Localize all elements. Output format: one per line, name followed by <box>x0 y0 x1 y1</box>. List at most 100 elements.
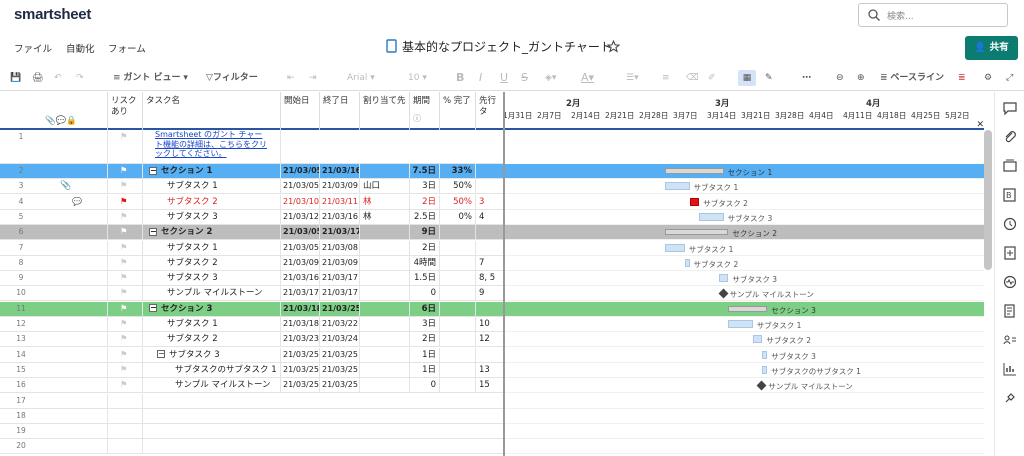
search-input[interactable]: 検索... <box>858 3 1008 27</box>
start-date-cell[interactable]: 21/03/12 <box>281 209 320 225</box>
activity-log-icon[interactable] <box>1002 216 1018 232</box>
task-name-cell[interactable]: サブタスク 1 <box>143 179 281 195</box>
flag-icon[interactable]: ⚑ <box>120 256 128 270</box>
predecessors-cell[interactable] <box>476 348 503 363</box>
share-button[interactable]: 👤 共有 <box>965 36 1018 60</box>
duration-cell[interactable]: 1日 <box>410 362 440 378</box>
pct-complete-cell[interactable] <box>440 332 476 348</box>
start-date-cell[interactable]: 21/03/25 <box>281 362 320 378</box>
assigned-cell[interactable]: 山口 <box>360 179 410 195</box>
filter-button[interactable]: ▽フィルター <box>206 70 258 86</box>
assigned-cell[interactable] <box>360 286 410 302</box>
table-row-7[interactable]: 7 ⚑ サブタスク 1 21/03/05 21/03/08 2日 <box>0 240 503 256</box>
grid-view-icon[interactable]: ▦ <box>738 70 756 86</box>
undo-icon[interactable]: ↶ <box>54 70 62 86</box>
settings-icon[interactable]: ⚙ <box>984 70 992 86</box>
task-bar[interactable] <box>728 320 753 328</box>
duration-cell[interactable]: 0 <box>410 286 440 302</box>
start-date-cell[interactable]: 21/03/09 <box>281 255 320 271</box>
assigned-cell[interactable] <box>360 347 410 363</box>
table-row-18[interactable]: 18 <box>0 408 503 424</box>
task-bar[interactable] <box>684 258 690 267</box>
flag-icon[interactable]: ⚑ <box>120 302 128 316</box>
duration-cell[interactable]: 0 <box>410 378 440 394</box>
end-date-cell[interactable]: 21/03/25 <box>320 362 360 378</box>
col-pct-complete[interactable]: % 完了 <box>440 92 476 130</box>
end-date-cell[interactable]: 21/03/25 <box>320 378 360 394</box>
end-date-cell[interactable]: 21/03/22 <box>320 317 360 332</box>
task-name-cell[interactable]: − セクション 2 <box>143 225 281 241</box>
table-row-15[interactable]: 15 ⚑ サブタスクのサブタスク 1 21/03/25 21/03/25 1日 13 <box>0 362 503 378</box>
task-name-cell[interactable]: サブタスク 3 <box>143 209 281 225</box>
end-date-cell[interactable]: 21/03/11 <box>320 194 360 210</box>
col-task-name[interactable]: タスク名 <box>143 92 281 130</box>
attachments-icon[interactable] <box>1002 129 1018 145</box>
pct-complete-cell[interactable] <box>440 286 476 302</box>
table-row-14[interactable]: 14 ⚑ − サブタスク 3 21/03/25 21/03/25 1日 <box>0 347 503 363</box>
assigned-cell[interactable] <box>360 362 410 378</box>
close-icon[interactable]: ✕ <box>976 120 984 130</box>
zoom-in-icon[interactable]: ⊕ <box>857 70 865 86</box>
assigned-cell[interactable] <box>360 378 410 394</box>
critical-path-icon[interactable]: ≣ <box>958 70 966 86</box>
pct-complete-cell[interactable] <box>440 225 476 241</box>
flag-icon[interactable]: ⚑ <box>120 332 128 346</box>
indent-icon[interactable]: ⇥ <box>309 70 317 86</box>
align-icon[interactable]: ☰▾ <box>626 70 639 86</box>
task-name-cell[interactable]: サブタスクのサブタスク 1 <box>143 362 281 378</box>
pct-complete-cell[interactable] <box>440 255 476 271</box>
end-date-cell[interactable]: 21/03/09 <box>320 179 360 195</box>
collapse-icon[interactable]: − <box>157 350 165 359</box>
duration-cell[interactable]: 2日 <box>410 240 440 256</box>
assigned-cell[interactable] <box>360 240 410 256</box>
task-name-cell[interactable]: サブタスク 3 <box>143 271 281 287</box>
underline-icon[interactable]: U <box>500 70 508 86</box>
proofs-icon[interactable] <box>1002 158 1018 174</box>
publish-icon[interactable] <box>1002 245 1018 261</box>
task-bar[interactable] <box>762 350 768 359</box>
assigned-cell[interactable] <box>360 164 410 179</box>
flag-icon[interactable]: ⚑ <box>120 241 128 255</box>
predecessors-cell[interactable] <box>476 164 503 179</box>
favorite-star-icon[interactable] <box>607 40 620 53</box>
zoom-out-icon[interactable]: ⊖ <box>836 70 844 86</box>
start-date-cell[interactable]: 21/03/17 <box>281 286 320 302</box>
start-date-cell[interactable]: 21/03/05 <box>281 164 320 179</box>
menu-forms[interactable]: フォーム <box>108 41 146 55</box>
flag-icon[interactable]: ⚑ <box>120 179 128 193</box>
task-name-cell[interactable]: サンプル マイルストーン <box>143 286 281 302</box>
task-name-cell[interactable]: − セクション 3 <box>143 301 281 317</box>
predecessors-cell[interactable]: 12 <box>476 332 503 347</box>
document-title[interactable]: 基本的なプロジェクト_ガントチャート <box>402 38 612 55</box>
task-bar[interactable] <box>665 243 685 252</box>
activity-icon[interactable] <box>1002 274 1018 290</box>
highlight-icon[interactable]: ✎ <box>765 70 773 86</box>
start-date-cell[interactable]: 21/03/05 <box>281 179 320 195</box>
start-date-cell[interactable]: 21/03/10 <box>281 194 320 210</box>
predecessors-cell[interactable] <box>476 302 503 317</box>
flag-icon[interactable]: ⚑ <box>120 164 128 178</box>
flag-icon[interactable]: ⚑ <box>120 195 128 209</box>
table-row-19[interactable]: 19 <box>0 424 503 440</box>
contacts-icon[interactable] <box>1002 332 1018 348</box>
task-name-cell[interactable]: サブタスク 2 <box>143 255 281 271</box>
assigned-cell[interactable] <box>360 271 410 287</box>
menu-file[interactable]: ファイル <box>14 41 52 55</box>
start-date-cell[interactable]: 21/03/16 <box>281 271 320 287</box>
col-predecessors[interactable]: 先行タ <box>476 92 503 130</box>
start-date-cell[interactable]: 21/03/18 <box>281 317 320 332</box>
table-row-12[interactable]: 12 ⚑ サブタスク 1 21/03/18 21/03/22 3日 10 <box>0 317 503 332</box>
pct-complete-cell[interactable] <box>440 317 476 332</box>
pct-complete-cell[interactable]: 50% <box>440 194 476 210</box>
start-date-cell[interactable]: 21/03/05 <box>281 225 320 241</box>
table-row-5[interactable]: 5 ⚑ サブタスク 3 21/03/12 21/03/16 林 2.5日 0% 4 <box>0 209 503 225</box>
section-bar[interactable] <box>665 168 724 174</box>
col-risk[interactable]: リスク あり <box>108 92 143 130</box>
predecessors-cell[interactable]: 10 <box>476 317 503 332</box>
predecessors-cell[interactable] <box>476 241 503 256</box>
redo-icon[interactable]: ↷ <box>76 70 84 86</box>
format-painter-icon[interactable]: ✐ <box>708 70 716 86</box>
end-date-cell[interactable]: 21/03/08 <box>320 240 360 256</box>
start-date-cell[interactable]: 21/03/05 <box>281 240 320 256</box>
flag-icon[interactable]: ⚑ <box>120 271 128 285</box>
